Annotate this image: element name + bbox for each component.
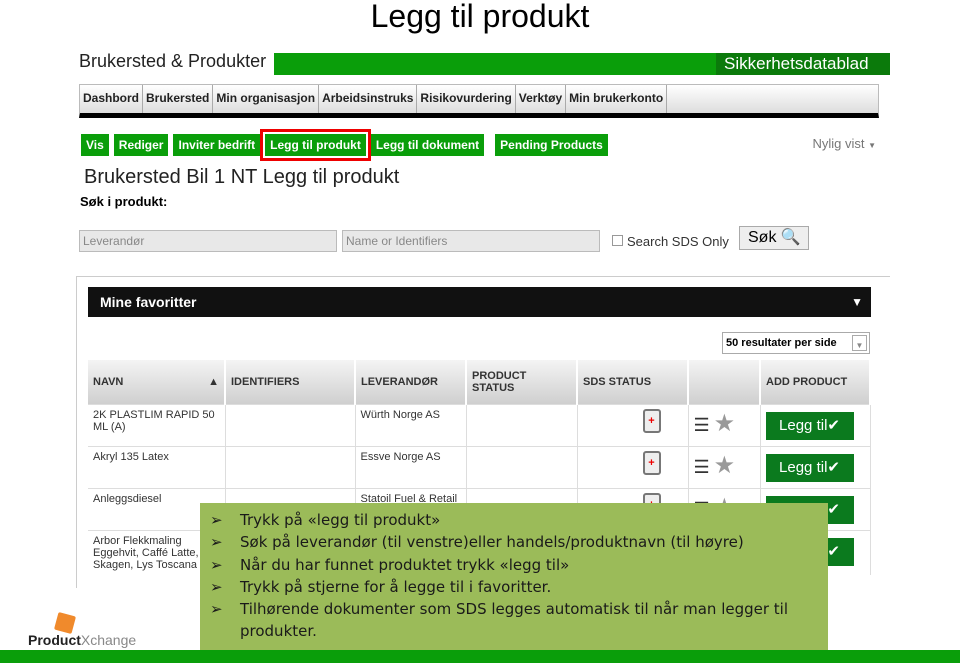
instruction-item: ➢ Trykk på «legg til produkt» [210, 509, 828, 531]
legg-til-button[interactable]: Legg til✔ [765, 411, 854, 440]
nav-brukersted[interactable]: Brukersted [143, 85, 214, 113]
product-name: 2K PLASTLIM RAPID 50 ML (A) [88, 403, 226, 446]
star-icon[interactable]: ★ [714, 452, 736, 479]
sds-only-label: Search SDS Only [627, 234, 729, 249]
supplier-input[interactable]: Leverandør [79, 230, 337, 252]
arrow-bullet-icon: ➢ [210, 511, 223, 529]
nav-min-organisasjon[interactable]: Min organisasjon [213, 85, 320, 113]
search-button[interactable]: Søk 🔍 [739, 226, 809, 250]
page-title: Brukersted Bil 1 NT Legg til produkt [84, 166, 400, 188]
instruction-item: ➢ Trykk på stjerne for å legge til i favo… [210, 576, 828, 598]
recent-label: Nylig vist [812, 136, 865, 151]
legg-til-button[interactable]: Legg til✔ [765, 453, 854, 482]
arrow-bullet-icon: ➢ [210, 555, 223, 574]
caret-down-icon: ▼ [868, 141, 876, 150]
col-leverandor: LEVERANDØR [355, 360, 467, 404]
caret-down-icon: ▼ [851, 295, 863, 309]
nav-dashbord[interactable]: Dashbord [80, 85, 144, 113]
favorites-header[interactable]: Mine favoritter ▼ [88, 287, 871, 317]
legg-til-dokument-button[interactable]: Legg til dokument [370, 134, 485, 156]
col-product-status: PRODUCT STATUS [466, 360, 578, 404]
table-header: NAVN ▲ IDENTIFIERS LEVERANDØR PRODUCT STA… [88, 360, 871, 404]
nav-arbeidsinstruks[interactable]: Arbeidsinstruks [319, 85, 418, 113]
col-sds-status: SDS STATUS [577, 360, 689, 404]
col-actions [688, 360, 761, 404]
search-button-label: Søk [748, 229, 777, 246]
instruction-item: ➢ Tilhørende dokumenter som SDS legges au… [210, 600, 789, 641]
col-add-product: ADD PRODUCT [760, 360, 871, 404]
col-identifiers: IDENTIFIERS [225, 360, 356, 404]
pending-products-button[interactable]: Pending Products [495, 134, 608, 156]
list-icon[interactable]: ☰ [694, 415, 710, 435]
logo-mark-icon [53, 611, 77, 635]
rediger-button[interactable]: Rediger [113, 134, 169, 156]
col-navn[interactable]: NAVN ▲ [88, 360, 226, 404]
instruction-item: ➢ Når du har funnet produktet trykk «legg… [210, 554, 828, 576]
sds-only-checkbox[interactable]: Search SDS Only [612, 234, 729, 249]
inviter-bedrift-button[interactable]: Inviter bedrift [173, 134, 261, 156]
dropdown-arrow-icon: ▼ [852, 335, 867, 351]
main-nav: Dashbord Brukersted Min organisasjon Arb… [79, 84, 879, 118]
product-supplier: Würth Norge AS [355, 403, 467, 446]
legg-til-produkt-button[interactable]: Legg til produkt [260, 129, 371, 161]
per-page-value: 50 resultater per side [726, 337, 837, 349]
sds-clipboard-icon[interactable]: + [642, 450, 661, 475]
arrow-bullet-icon: ➢ [210, 600, 223, 619]
search-label: Søk i produkt: [80, 194, 168, 209]
nav-min-brukerkonto[interactable]: Min brukerkonto [566, 85, 668, 113]
sort-asc-icon[interactable]: ▲ [208, 376, 219, 388]
instructions-box: ➢ Trykk på «legg til produkt» ➢ Søk på lev… [200, 503, 828, 650]
star-icon[interactable]: ★ [714, 410, 736, 437]
list-icon[interactable]: ☰ [694, 457, 710, 477]
nav-verktoy[interactable]: Verktøy [516, 85, 567, 113]
arrow-bullet-icon: ➢ [210, 533, 223, 552]
product-name: Akryl 135 Latex [88, 445, 226, 488]
product-supplier: Essve Norge AS [355, 445, 467, 488]
table-row: Akryl 135 Latex Essve Norge AS + ☰ ★ Legg… [88, 445, 871, 488]
favorites-title: Mine favoritter [100, 294, 197, 310]
sds-clipboard-icon[interactable]: + [642, 408, 661, 433]
nav-risikovurdering[interactable]: Risikovurdering [417, 85, 516, 113]
name-input[interactable]: Name or Identifiers [342, 230, 600, 252]
action-bar: Vis Rediger Inviter bedrift Legg til pro… [81, 129, 608, 161]
search-icon: 🔍 [780, 229, 801, 246]
vis-button[interactable]: Vis [81, 134, 109, 156]
checkbox-box[interactable] [612, 235, 623, 246]
arrow-bullet-icon: ➢ [210, 577, 223, 596]
brand-title: Brukersted & Produkter [79, 51, 267, 71]
per-page-select[interactable]: 50 resultater per side ▼ [722, 332, 870, 354]
slide-title: Legg til produkt [370, 0, 590, 34]
logo-text: ProductXchange [28, 632, 137, 648]
recent-dropdown[interactable]: Nylig vist ▼ [812, 136, 876, 151]
footer-bar [0, 650, 960, 663]
instruction-item: ➢ Søk på leverandør (til venstre)eller ha… [210, 531, 828, 553]
sds-link[interactable]: Sikkerhetsdatablad [716, 53, 890, 75]
table-row: 2K PLASTLIM RAPID 50 ML (A) Würth Norge … [88, 403, 871, 446]
